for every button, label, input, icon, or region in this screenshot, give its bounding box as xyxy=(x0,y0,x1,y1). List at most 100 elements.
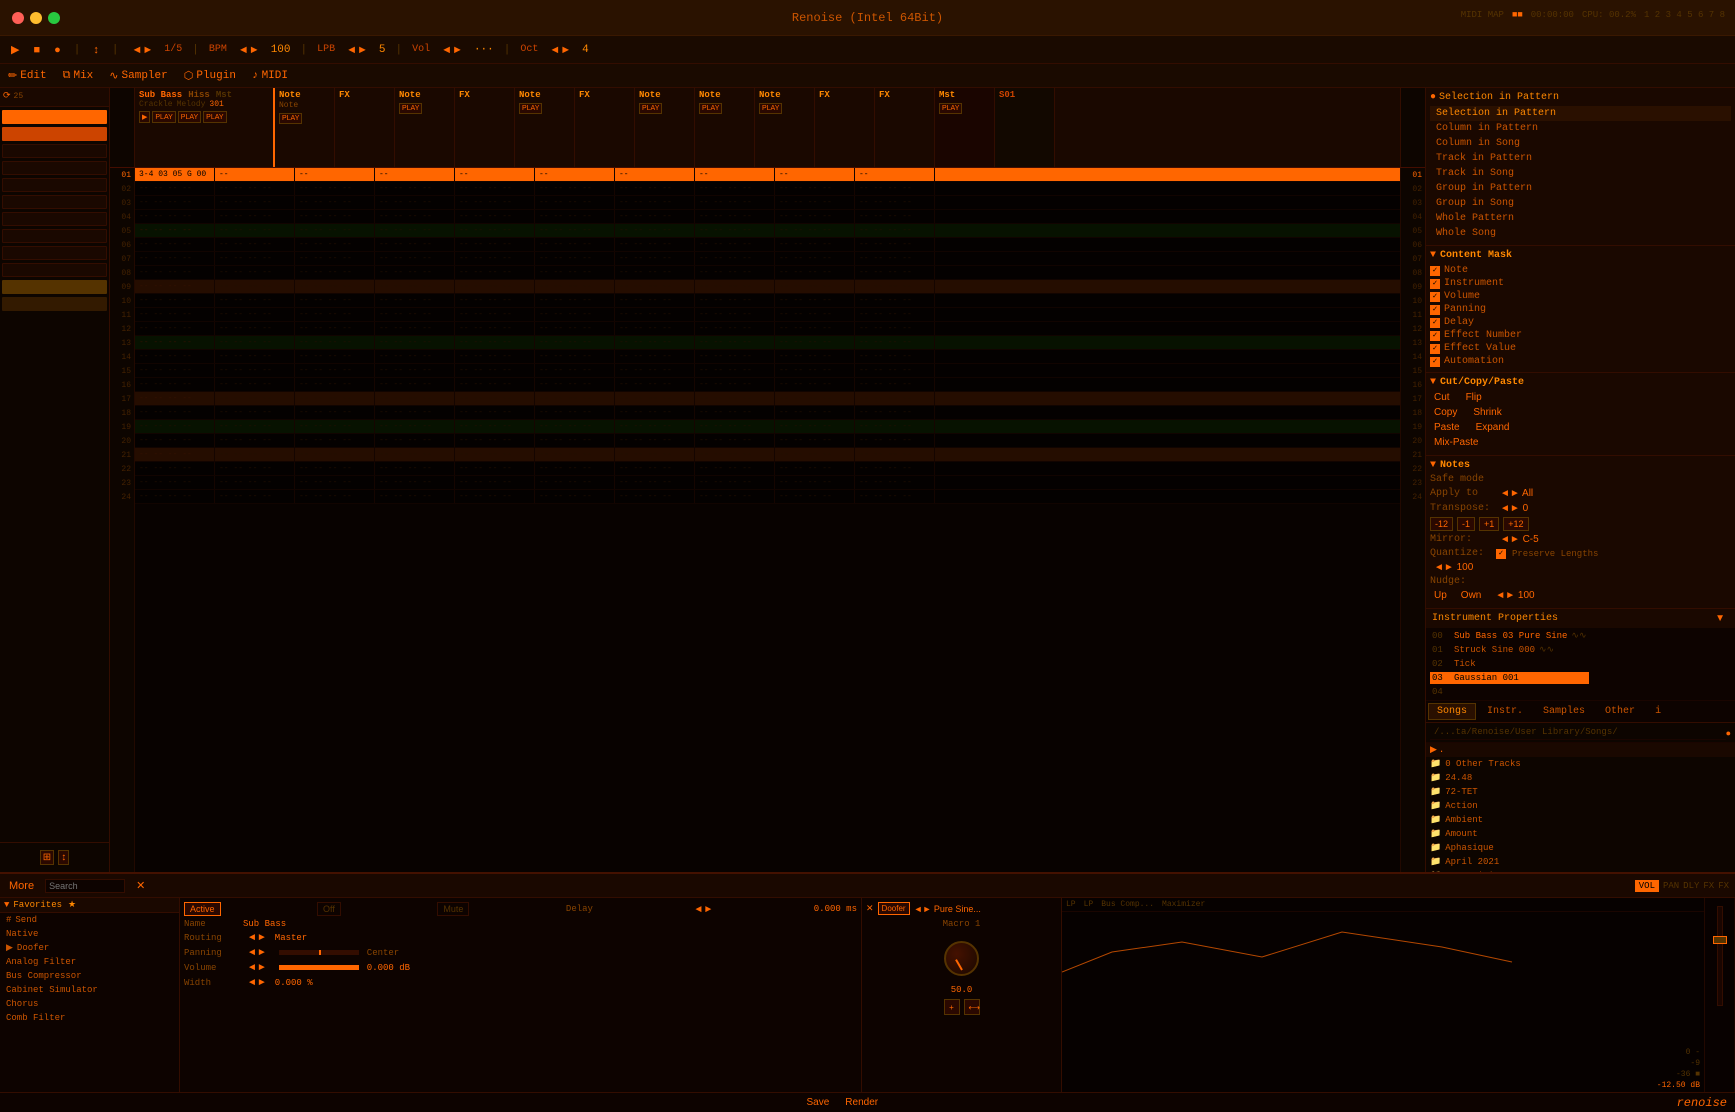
grid-cell-r04-c0[interactable]: -- -- -- -- xyxy=(135,210,215,223)
grid-cell-r08-c2[interactable]: -- -- -- -- xyxy=(295,266,375,279)
grid-cell-r23-c0[interactable]: -- -- -- -- xyxy=(135,476,215,489)
grid-row-18[interactable]: -- -- -- ---- -- -- ---- -- -- ---- -- -… xyxy=(135,406,1400,420)
bpm-value[interactable]: 100 xyxy=(271,44,291,56)
sel-whole-song[interactable]: Whole Song xyxy=(1430,226,1731,241)
grid-cell-r03-c5[interactable]: -- -- -- -- xyxy=(535,196,615,209)
grid-cell-r03-c0[interactable]: -- -- -- -- xyxy=(135,196,215,209)
inst-item-01[interactable]: 01 Struck Sine 000 ∿∿ xyxy=(1430,644,1589,656)
grid-cell-r13-c3[interactable]: -- -- -- -- xyxy=(375,336,455,349)
sel-column-in-pattern[interactable]: Column in Pattern xyxy=(1430,121,1731,136)
grid-cell-r17-c9[interactable]: -- -- -- -- xyxy=(855,392,935,405)
grid-cell-r15-c3[interactable]: -- -- -- -- xyxy=(375,364,455,377)
grid-cell-r05-c3[interactable]: -- -- -- -- xyxy=(375,224,455,237)
grid-cell-r12-c6[interactable]: -- -- -- -- xyxy=(615,322,695,335)
grid-cell-r09-c2[interactable]: -- -- -- -- xyxy=(295,280,375,293)
slot-width-stepper[interactable]: ◄► xyxy=(243,976,271,989)
grid-cell-r14-c9[interactable]: -- -- -- -- xyxy=(855,350,935,363)
grid-cell-r10-c6[interactable]: -- -- -- -- xyxy=(615,294,695,307)
tab-instr[interactable]: Instr. xyxy=(1478,703,1532,720)
grid-cell-r13-c1[interactable]: -- -- -- -- xyxy=(215,336,295,349)
grid-cell-r07-c5[interactable]: -- -- -- -- xyxy=(535,252,615,265)
grid-cell-r24-c4[interactable]: -- -- -- -- xyxy=(455,490,535,503)
grid-cell-r10-c5[interactable]: -- -- -- -- xyxy=(535,294,615,307)
inst-item-03[interactable]: 03 Gaussian 001 xyxy=(1430,672,1589,684)
sel-column-in-song[interactable]: Column in Song xyxy=(1430,136,1731,151)
grid-cell-r04-c4[interactable]: -- -- -- -- xyxy=(455,210,535,223)
grid-cell-r22-c4[interactable]: -- -- -- -- xyxy=(455,462,535,475)
grid-cell-r02-c0[interactable]: -- -- -- -- xyxy=(135,182,215,195)
grid-cell-r18-c7[interactable]: -- -- -- -- xyxy=(695,406,775,419)
transpose-stepper[interactable]: ◄► 0 xyxy=(1496,502,1532,515)
render-button[interactable]: Render xyxy=(841,1096,882,1109)
grid-cell-r19-c5[interactable]: -- -- -- -- xyxy=(535,420,615,433)
inst-item-00[interactable]: 00 Sub Bass 03 Pure Sine ∿∿ xyxy=(1430,630,1589,642)
grid-cell-r02-c1[interactable]: -- -- -- -- xyxy=(215,182,295,195)
left-inst-analog-filter[interactable]: Analog Filter xyxy=(0,955,179,969)
close-button[interactable] xyxy=(12,12,24,24)
sel-selection-in-pattern[interactable]: Selection in Pattern xyxy=(1430,106,1731,121)
grid-cell-r19-c0[interactable]: -- -- -- -- xyxy=(135,420,215,433)
grid-cell-r07-c8[interactable]: -- -- -- -- xyxy=(775,252,855,265)
grid-cell-r20-c1[interactable]: -- -- -- -- xyxy=(215,434,295,447)
grid-cell-r11-c7[interactable]: -- -- -- -- xyxy=(695,308,775,321)
grid-row-05[interactable]: -- -- -- ---- -- -- ---- -- -- ---- -- -… xyxy=(135,224,1400,238)
grid-row-06[interactable]: -- -- -- ---- -- -- ---- -- -- ---- -- -… xyxy=(135,238,1400,252)
track-mst-play-btn[interactable]: PLAY xyxy=(939,103,962,114)
bpm-stepper[interactable]: ◄► xyxy=(235,43,263,57)
folder-72-tet[interactable]: 📁72-TET xyxy=(1426,785,1735,799)
cb-effect-number-box[interactable]: ✓ xyxy=(1430,331,1440,341)
track-play-btn-301[interactable]: PLAY xyxy=(203,111,226,123)
folder-action[interactable]: 📁Action xyxy=(1426,799,1735,813)
grid-cell-r12-c7[interactable]: -- -- -- -- xyxy=(695,322,775,335)
grid-cell-r04-c5[interactable]: -- -- -- -- xyxy=(535,210,615,223)
grid-cell-r02-c4[interactable]: -- -- -- -- xyxy=(455,182,535,195)
grid-cell-r09-c0[interactable]: -- -- -- -- xyxy=(135,280,215,293)
flip-button[interactable]: Flip xyxy=(1462,391,1486,404)
grid-cell-r05-c5[interactable]: -- -- -- -- xyxy=(535,224,615,237)
track-note2-play-btn[interactable]: PLAY xyxy=(399,103,422,114)
transpose-plus12[interactable]: +12 xyxy=(1503,517,1528,531)
grid-cell-r16-c9[interactable]: -- -- -- -- xyxy=(855,378,935,391)
slot-active-button[interactable]: Active xyxy=(184,902,221,916)
folder-base-minimum[interactable]: 📁Base Minimum xyxy=(1426,869,1735,872)
grid-cell-r03-c2[interactable]: -- -- -- -- xyxy=(295,196,375,209)
grid-cell-r03-c9[interactable]: -- -- -- -- xyxy=(855,196,935,209)
track-color-note6[interactable] xyxy=(2,246,107,260)
grid-cell-r16-c3[interactable]: -- -- -- -- xyxy=(375,378,455,391)
grid-cell-r19-c7[interactable]: -- -- -- -- xyxy=(695,420,775,433)
grid-cell-r23-c5[interactable]: -- -- -- -- xyxy=(535,476,615,489)
grid-cell-r07-c1[interactable]: -- -- -- -- xyxy=(215,252,295,265)
inst-item-02[interactable]: 02 Tick xyxy=(1430,658,1589,670)
grid-cell-r13-c6[interactable]: -- -- -- -- xyxy=(615,336,695,349)
doofer-close-btn[interactable]: ✕ xyxy=(866,903,874,914)
grid-cell-r21-c4[interactable]: -- -- -- -- xyxy=(455,448,535,461)
grid-cell-r01-c1[interactable]: -- xyxy=(215,168,295,181)
grid-cell-r01-c7[interactable]: -- xyxy=(695,168,775,181)
slot-panning-bar[interactable] xyxy=(279,950,359,955)
grid-cell-r09-c8[interactable]: -- -- -- -- xyxy=(775,280,855,293)
grid-cell-r10-c8[interactable]: -- -- -- -- xyxy=(775,294,855,307)
grid-cell-r21-c5[interactable]: -- -- -- -- xyxy=(535,448,615,461)
nudge-up-button[interactable]: Up xyxy=(1430,589,1451,602)
track-note3-play-btn[interactable]: PLAY xyxy=(519,103,542,114)
track-color-note5[interactable] xyxy=(2,229,107,243)
grid-cell-r02-c8[interactable]: -- -- -- -- xyxy=(775,182,855,195)
grid-cell-r07-c2[interactable]: -- -- -- -- xyxy=(295,252,375,265)
grid-cell-r08-c5[interactable]: -- -- -- -- xyxy=(535,266,615,279)
grid-cell-r09-c4[interactable]: -- -- -- -- xyxy=(455,280,535,293)
grid-cell-r14-c3[interactable]: -- -- -- -- xyxy=(375,350,455,363)
grid-cell-r23-c4[interactable]: -- -- -- -- xyxy=(455,476,535,489)
grid-cell-r14-c5[interactable]: -- -- -- -- xyxy=(535,350,615,363)
left-inst-chorus[interactable]: Chorus xyxy=(0,997,179,1011)
grid-cell-r05-c1[interactable]: -- -- -- -- xyxy=(215,224,295,237)
grid-cell-r18-c8[interactable]: -- -- -- -- xyxy=(775,406,855,419)
grid-cell-r20-c4[interactable]: -- -- -- -- xyxy=(455,434,535,447)
grid-cell-r19-c3[interactable]: -- -- -- -- xyxy=(375,420,455,433)
track-play-btn-subbass[interactable]: ▶ xyxy=(139,111,150,123)
doofer-stepper[interactable]: ◄► Pure Sine... xyxy=(914,904,981,914)
grid-cell-r01-c8[interactable]: -- xyxy=(775,168,855,181)
grid-cell-r15-c9[interactable]: -- -- -- -- xyxy=(855,364,935,377)
sidebar-btn-2[interactable]: ↕ xyxy=(58,850,69,865)
grid-cell-r18-c4[interactable]: -- -- -- -- xyxy=(455,406,535,419)
mirror-stepper[interactable]: ◄► C-5 xyxy=(1496,533,1543,546)
